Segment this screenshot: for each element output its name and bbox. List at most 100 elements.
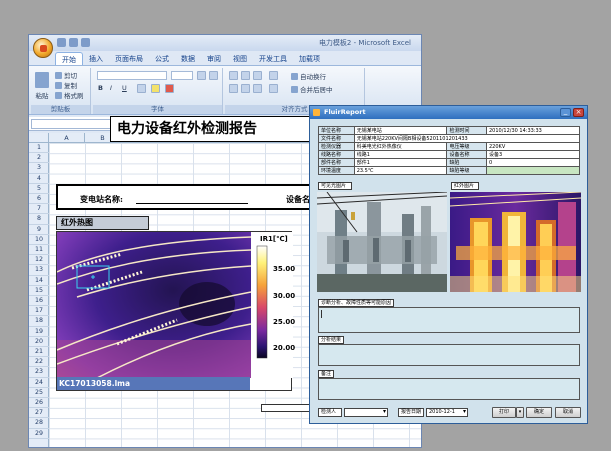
row-header[interactable]: 15 [29, 286, 49, 296]
quick-access-toolbar [57, 38, 90, 47]
row-header[interactable]: 24 [29, 378, 49, 388]
name-box[interactable] [31, 119, 121, 129]
tab-developer[interactable]: 开发工具 [253, 52, 293, 65]
align-top-icon[interactable] [229, 71, 238, 80]
analysis-field[interactable] [318, 307, 580, 333]
office-button[interactable] [33, 38, 53, 58]
remark-field[interactable] [318, 378, 580, 400]
row-header[interactable]: 18 [29, 316, 49, 327]
minimize-icon[interactable]: _ [560, 108, 571, 117]
close-icon[interactable]: × [573, 108, 584, 117]
station-name-field[interactable] [136, 203, 248, 204]
bold-button[interactable]: B [98, 84, 103, 92]
row-header[interactable]: 22 [29, 357, 49, 368]
fill-color-icon[interactable] [151, 84, 160, 93]
tab-data[interactable]: 数据 [175, 52, 201, 65]
redo-icon[interactable] [81, 38, 90, 47]
print-button[interactable]: 打印 [492, 407, 516, 418]
info-value[interactable]: 2010/12/30 14:33:33 [486, 126, 580, 135]
info-value[interactable]: 23.5℃ [353, 166, 448, 175]
tab-insert[interactable]: 插入 [83, 52, 109, 65]
align-bottom-icon[interactable] [253, 71, 262, 80]
info-label: 单位名称 [318, 126, 355, 135]
orientation-icon[interactable] [269, 71, 278, 80]
info-value[interactable]: 设备3 [486, 150, 580, 159]
row-header[interactable]: 26 [29, 398, 49, 409]
shrink-font-icon[interactable] [209, 71, 218, 80]
column-header[interactable]: A [49, 133, 85, 143]
font-name-select[interactable] [97, 71, 167, 80]
font-size-select[interactable] [171, 71, 193, 80]
row-header[interactable]: 7 [29, 204, 49, 215]
row-header[interactable]: 3 [29, 163, 49, 174]
print-dropdown-icon[interactable]: ▾ [516, 407, 524, 418]
copy-button[interactable]: 复制 [55, 80, 77, 90]
grow-font-icon[interactable] [197, 71, 206, 80]
row-header[interactable]: 1 [29, 143, 49, 154]
row-header[interactable]: 23 [29, 367, 49, 378]
result-field[interactable] [318, 344, 580, 366]
scale-tick: 35.00 [273, 265, 296, 273]
tab-page-layout[interactable]: 页面布局 [109, 52, 149, 65]
report-date-picker[interactable]: 2010-12-1 [426, 408, 468, 417]
row-header[interactable]: 8 [29, 214, 49, 225]
row-header[interactable]: 5 [29, 184, 49, 194]
row-header[interactable]: 4 [29, 174, 49, 184]
infrared-photo[interactable] [450, 192, 581, 292]
row-header[interactable]: 25 [29, 388, 49, 398]
visible-light-photo[interactable] [317, 192, 447, 292]
tab-home[interactable]: 开始 [55, 52, 83, 65]
info-value[interactable]: 线路1 [353, 150, 448, 159]
row-header[interactable]: 9 [29, 225, 49, 235]
info-value[interactable]: 无锡某电站220KV间隔B相设备5201101201433 [353, 134, 581, 143]
align-left-icon[interactable] [229, 84, 238, 93]
row-header[interactable]: 6 [29, 194, 49, 205]
info-value[interactable]: 部件1 [353, 158, 448, 167]
row-header[interactable]: 13 [29, 265, 49, 276]
merge-center-button[interactable]: 合并后居中 [291, 84, 333, 94]
tab-view[interactable]: 视图 [227, 52, 253, 65]
row-header[interactable]: 20 [29, 337, 49, 347]
row-header[interactable]: 19 [29, 327, 49, 337]
align-middle-icon[interactable] [241, 71, 250, 80]
row-header[interactable]: 21 [29, 347, 49, 358]
row-header[interactable]: 28 [29, 418, 49, 429]
underline-button[interactable]: U [122, 84, 127, 92]
font-color-icon[interactable] [165, 84, 174, 93]
confirm-button[interactable]: 确定 [526, 407, 552, 418]
undo-icon[interactable] [69, 38, 78, 47]
border-icon[interactable] [137, 84, 146, 93]
select-all-corner[interactable] [29, 133, 49, 143]
italic-button[interactable]: I [110, 84, 112, 92]
row-header[interactable]: 17 [29, 306, 49, 317]
row-header[interactable]: 14 [29, 276, 49, 286]
cancel-button[interactable]: 取消 [555, 407, 581, 418]
paste-button[interactable]: 粘贴 [35, 72, 49, 100]
info-value[interactable]: 220KV [486, 142, 580, 151]
row-header[interactable]: 27 [29, 408, 49, 419]
align-center-icon[interactable] [241, 84, 250, 93]
cut-button[interactable]: 剪切 [55, 70, 77, 80]
format-painter-button[interactable]: 格式刷 [55, 90, 84, 100]
row-header[interactable]: 12 [29, 255, 49, 266]
save-icon[interactable] [57, 38, 66, 47]
tab-addins[interactable]: 加载项 [293, 52, 326, 65]
decrease-indent-icon[interactable] [269, 84, 278, 93]
info-value[interactable]: 无锡某电站 [353, 126, 448, 135]
info-value[interactable] [486, 166, 580, 175]
row-header[interactable]: 29 [29, 429, 49, 439]
inspector-select[interactable] [344, 408, 388, 417]
row-header[interactable]: 10 [29, 235, 49, 245]
row-header[interactable]: 11 [29, 245, 49, 256]
info-value[interactable]: 0 [486, 158, 580, 167]
wrap-text-button[interactable]: 自动换行 [291, 71, 326, 81]
station-name-label: 变电站名称: [80, 194, 123, 204]
row-header[interactable]: 2 [29, 153, 49, 164]
dialog-title: FluirReport [324, 108, 366, 116]
align-right-icon[interactable] [253, 84, 262, 93]
tab-review[interactable]: 审阅 [201, 52, 227, 65]
tab-formulas[interactable]: 公式 [149, 52, 175, 65]
report-date-label: 报告日期 [398, 408, 424, 417]
row-header[interactable]: 16 [29, 296, 49, 307]
info-value[interactable]: 科美电光红外热像仪 [353, 142, 448, 151]
